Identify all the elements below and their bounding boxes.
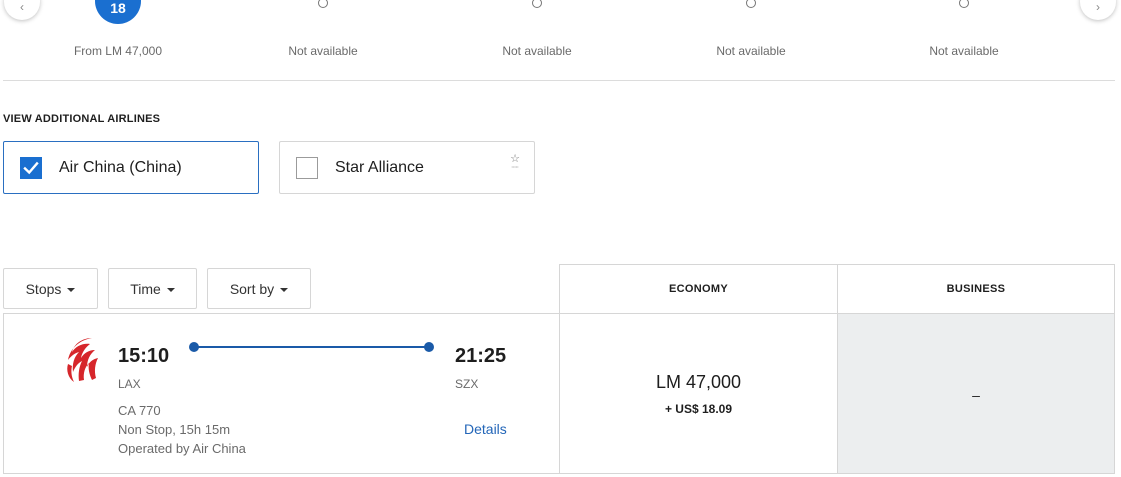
flight-number: CA 770 bbox=[118, 403, 161, 418]
operated-by: Operated by Air China bbox=[118, 441, 246, 456]
economy-fare-cell[interactable]: LM 47,000 + US$ 18.09 bbox=[559, 313, 838, 474]
flight-details-link[interactable]: Details bbox=[464, 421, 507, 437]
chevron-left-icon: ‹ bbox=[20, 0, 24, 14]
route-destination-dot bbox=[424, 342, 434, 352]
business-fare-cell: – bbox=[837, 313, 1115, 474]
business-column-header: BUSINESS bbox=[837, 264, 1115, 314]
departure-time: 15:10 bbox=[118, 345, 170, 367]
route-origin-dot bbox=[189, 342, 199, 352]
day-dot bbox=[318, 0, 328, 8]
caret-down-icon bbox=[67, 287, 76, 292]
additional-airlines-title: VIEW ADDITIONAL AIRLINES bbox=[3, 113, 161, 125]
airline-option-star-alliance[interactable]: Star Alliance ☆ ••••• bbox=[279, 141, 535, 194]
sort-by-label: Sort by bbox=[229, 280, 275, 297]
economy-taxes: + US$ 18.09 bbox=[664, 402, 733, 416]
route-line bbox=[193, 346, 433, 348]
caret-down-icon bbox=[280, 287, 289, 292]
stops-filter-button[interactable]: Stops bbox=[3, 268, 98, 309]
caret-down-icon bbox=[166, 287, 175, 292]
flight-duration: Non Stop, 15h 15m bbox=[118, 422, 231, 437]
day-price-label: Not available bbox=[502, 44, 572, 58]
next-day-button[interactable]: › bbox=[1080, 0, 1116, 20]
day-price-label: Not available bbox=[929, 44, 999, 58]
day-price-label: Not available bbox=[288, 44, 358, 58]
stops-filter-label: Stops bbox=[25, 280, 62, 297]
time-filter-button[interactable]: Time bbox=[108, 268, 197, 309]
date-strip-divider bbox=[3, 80, 1115, 81]
time-filter-label: Time bbox=[130, 280, 161, 297]
airline-option-label: Star Alliance bbox=[335, 159, 424, 176]
day-dot bbox=[959, 0, 969, 8]
day-dot bbox=[532, 0, 542, 8]
day-price-label: From LM 47,000 bbox=[73, 44, 163, 58]
airline-checkbox[interactable] bbox=[296, 157, 318, 179]
economy-price: LM 47,000 bbox=[655, 372, 742, 392]
departure-airport: LAX bbox=[118, 377, 141, 391]
arrival-time: 21:25 bbox=[455, 345, 507, 367]
day-dot bbox=[746, 0, 756, 8]
airline-option-label: Air China (China) bbox=[59, 159, 182, 176]
selected-day-badge[interactable]: 18 bbox=[95, 0, 141, 24]
sort-by-button[interactable]: Sort by bbox=[207, 268, 311, 309]
economy-column-header: ECONOMY bbox=[559, 264, 838, 314]
arrival-airport: SZX bbox=[455, 377, 479, 391]
checkmark-icon bbox=[23, 161, 39, 175]
star-alliance-icon: ☆ ••••• bbox=[510, 153, 520, 169]
flight-result-row: 15:10 LAX 21:25 SZX CA 770 Non Stop, 15h… bbox=[3, 313, 560, 474]
day-price-label: Not available bbox=[716, 44, 786, 58]
airline-checkbox[interactable] bbox=[20, 157, 42, 179]
business-unavailable: – bbox=[972, 387, 980, 403]
air-china-logo bbox=[67, 338, 98, 382]
prev-day-button[interactable]: ‹ bbox=[4, 0, 40, 20]
chevron-right-icon: › bbox=[1096, 0, 1100, 14]
airline-option-air-china[interactable]: Air China (China) bbox=[3, 141, 259, 194]
